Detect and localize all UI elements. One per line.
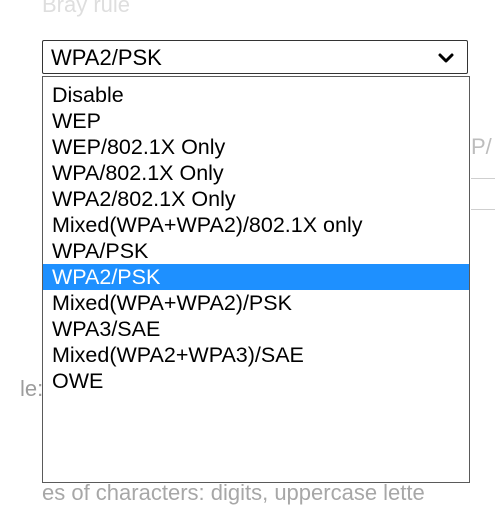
background-hint-text: es of characters: digits, uppercase lett… — [42, 480, 425, 505]
dropdown-option[interactable]: OWE — [43, 368, 469, 394]
dropdown-option[interactable]: WPA2/802.1X Only — [43, 186, 469, 212]
security-mode-options[interactable]: Disable WEP WEP/802.1X Only WPA/802.1X O… — [42, 76, 470, 483]
dropdown-option[interactable]: Mixed(WPA+WPA2)/802.1X only — [43, 212, 469, 238]
chevron-down-icon — [437, 49, 455, 67]
background-right-text: P/ — [471, 134, 492, 159]
background-field-label: Bray rule — [42, 0, 131, 17]
dropdown-option[interactable]: Mixed(WPA2+WPA3)/SAE — [43, 342, 469, 368]
background-left-text: le: — [20, 376, 44, 401]
dropdown-option[interactable]: WEP/802.1X Only — [43, 134, 469, 160]
dropdown-option[interactable]: WPA3/SAE — [43, 316, 469, 342]
dropdown-option[interactable]: WPA/PSK — [43, 238, 469, 264]
dropdown-option[interactable]: WPA/802.1X Only — [43, 160, 469, 186]
dropdown-option-selected[interactable]: WPA2/PSK — [43, 264, 469, 290]
dropdown-option[interactable]: WEP — [43, 108, 469, 134]
security-mode-select[interactable]: WPA2/PSK — [42, 40, 468, 74]
security-mode-selected-value: WPA2/PSK — [51, 45, 162, 70]
dropdown-option[interactable]: Disable — [43, 82, 469, 108]
background-divider — [471, 178, 495, 179]
background-divider — [471, 209, 495, 210]
dropdown-option[interactable]: Mixed(WPA+WPA2)/PSK — [43, 290, 469, 316]
